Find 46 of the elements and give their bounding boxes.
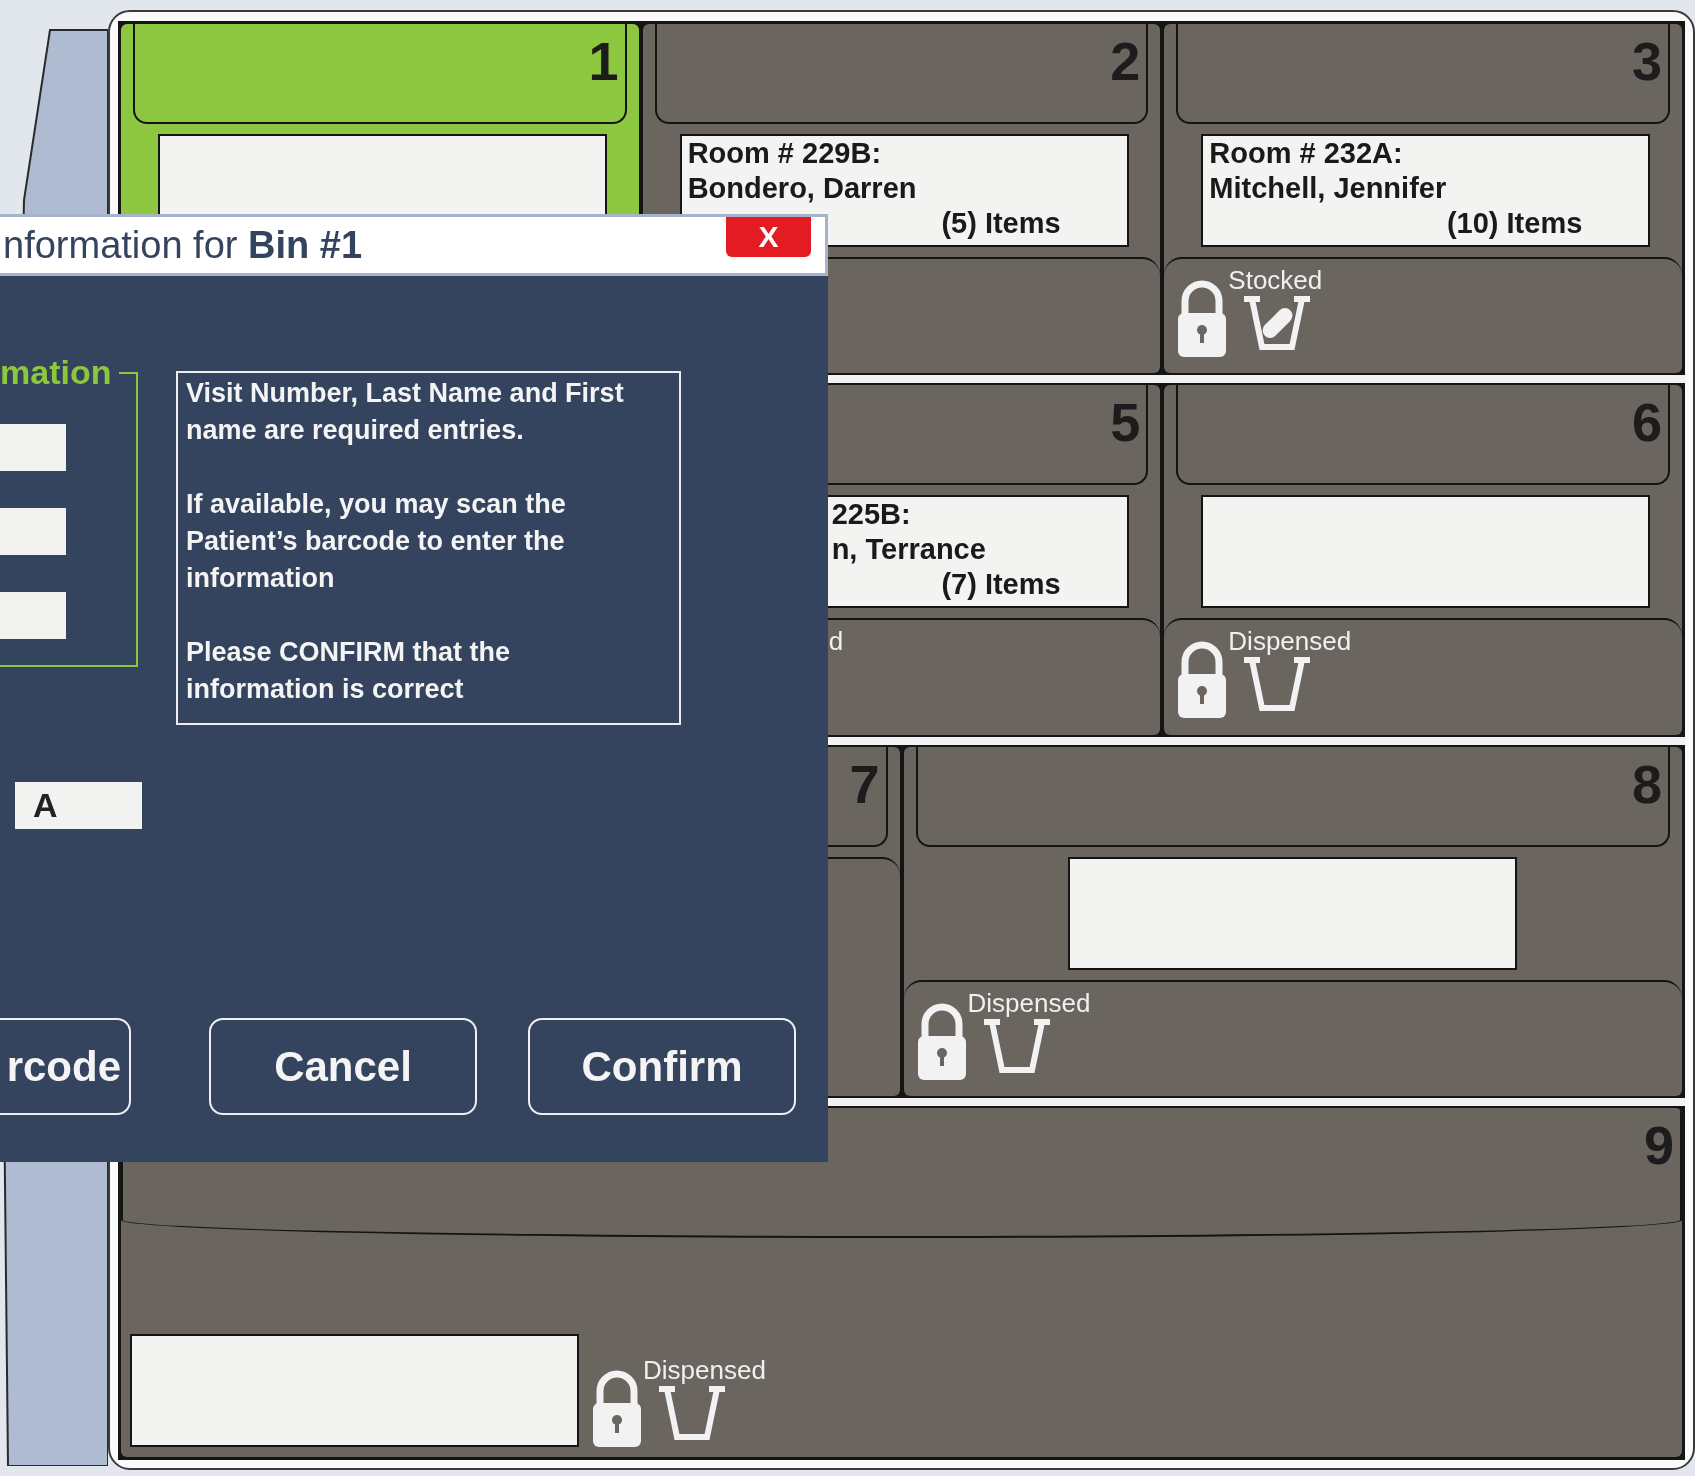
item-count: (5) Items — [941, 206, 1061, 241]
patient-name: n, Terrance — [830, 532, 986, 568]
bin-number: 9 — [1643, 1113, 1675, 1172]
input-field[interactable] — [0, 508, 66, 555]
bin-number: 3 — [1631, 30, 1663, 88]
bin-number: 2 — [1110, 30, 1142, 88]
room-label: 225B: — [830, 497, 911, 533]
bin-number: 7 — [849, 752, 881, 811]
room-label: Room # 229B: — [687, 136, 882, 171]
status-label: Stocked — [1228, 265, 1323, 295]
pill-cup-icon — [1242, 295, 1313, 351]
close-button[interactable]: X — [726, 217, 811, 257]
patient-name: Mitchell, Jennifer — [1209, 171, 1447, 206]
bin-number: 1 — [588, 30, 620, 88]
cup-icon — [981, 1017, 1052, 1074]
item-count: (7) Items — [941, 567, 1061, 603]
storage-bin[interactable]: 9 Dispensed — [121, 1107, 1682, 1457]
room-label: Room # 232A: — [1209, 136, 1403, 171]
info-text: Please CONFIRM that the information is correct — [186, 636, 512, 706]
status-label: Dispensed — [967, 987, 1091, 1018]
cup-icon — [1242, 656, 1313, 713]
lock-icon — [591, 1369, 643, 1447]
input-field[interactable]: A — [15, 782, 142, 829]
bin-number: 5 — [1110, 391, 1142, 450]
input-field[interactable] — [0, 592, 66, 639]
scan-button[interactable]: rcode — [0, 1018, 131, 1115]
info-text: If available, you may scan the Patient’s barcode to enter the information — [186, 488, 567, 595]
item-count: (10) Items — [1446, 206, 1583, 241]
lock-icon — [1176, 279, 1229, 357]
bin-number: 6 — [1631, 391, 1663, 450]
storage-bin[interactable]: 3 Room # 232A: Mitchell, Jennifer (10) Items Stocked — [1164, 24, 1682, 374]
lock-icon — [1176, 640, 1229, 719]
storage-bin[interactable]: 8 Dispensed — [903, 746, 1682, 1096]
cup-icon — [657, 1385, 727, 1441]
status-label: Dispensed — [643, 1355, 766, 1385]
group-legend: mation — [0, 352, 112, 392]
status-label: Dispensed — [1228, 626, 1352, 657]
input-field[interactable] — [0, 424, 66, 471]
patient-name: Bondero, Darren — [687, 171, 917, 206]
lock-icon — [915, 1001, 968, 1080]
info-text: Visit Number, Last Name and First name are required entries. — [186, 377, 625, 447]
dialog-button[interactable]: Cancel — [209, 1018, 477, 1115]
status-label: d — [828, 626, 844, 657]
bin-number: 8 — [1631, 752, 1663, 811]
dialog-button[interactable]: Confirm — [528, 1018, 796, 1115]
storage-bin[interactable]: 6 Dispensed — [1164, 385, 1682, 735]
